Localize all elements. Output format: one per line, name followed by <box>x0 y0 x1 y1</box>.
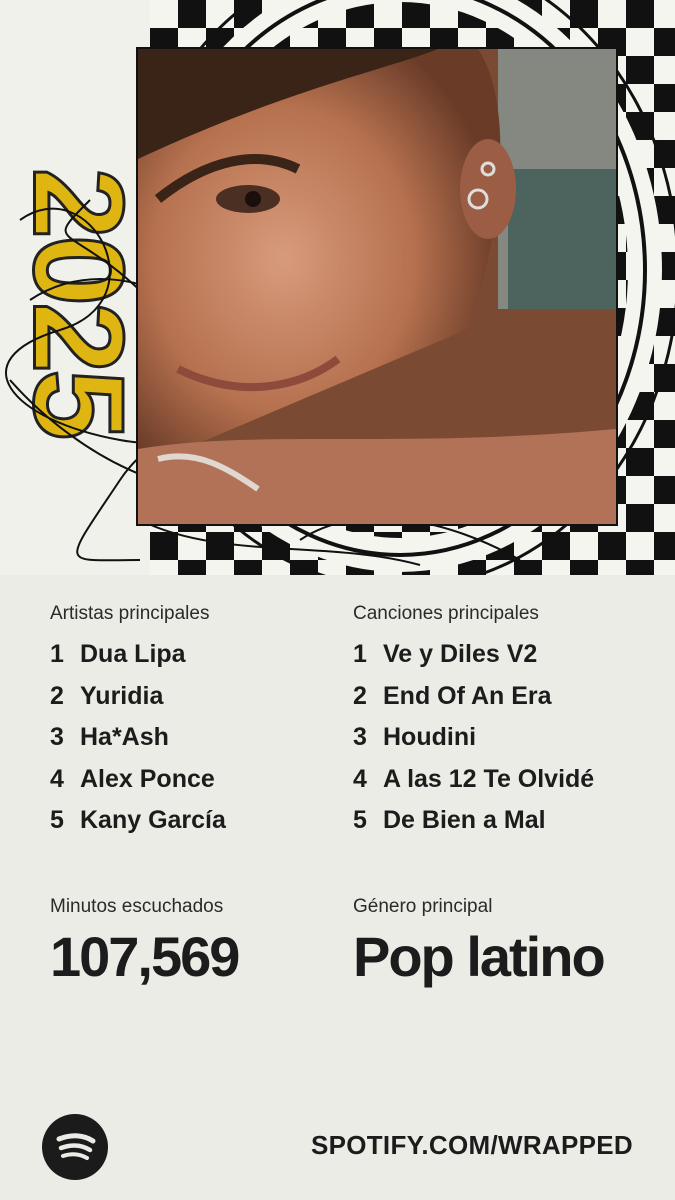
hero-banner: 2025 <box>0 0 675 575</box>
minutes-label: Minutos escuchados <box>50 896 224 917</box>
artist-name: Alex Ponce <box>80 764 215 793</box>
top-artists-list: 1 Dua Lipa 2 Yuridia 3 Ha*Ash 4 Alex Ponce 5… <box>50 640 226 848</box>
spotify-logo-icon[interactable] <box>42 1114 108 1180</box>
artist-photo <box>136 47 618 526</box>
spotify-waves-icon <box>56 1133 96 1160</box>
song-name: A las 12 Te Olvidé <box>383 764 595 793</box>
song-name: De Bien a Mal <box>383 806 546 834</box>
top-songs-list: 1 Ve y Diles V2 2 End Of An Era 3 Houdini 4… <box>353 640 594 848</box>
list-item[interactable]: 1 Dua Lipa <box>50 640 226 682</box>
artist-name: Yuridia <box>80 681 164 710</box>
song-name: Ve y Diles V2 <box>383 640 538 668</box>
list-item[interactable]: 2 Yuridia <box>50 682 226 724</box>
song-name: End Of An Era <box>383 681 552 710</box>
top-artists-title: Artistas principales <box>50 603 210 624</box>
list-item[interactable]: 5 Kany García <box>50 806 226 848</box>
list-item[interactable]: 1 Ve y Diles V2 <box>353 640 594 682</box>
minutes-value: 107,569 <box>50 925 240 988</box>
list-item[interactable]: 4 Alex Ponce <box>50 765 226 807</box>
list-item[interactable]: 3 Houdini <box>353 723 594 765</box>
genre-value: Pop latino <box>353 925 606 988</box>
artist-name: Dua Lipa <box>80 640 186 668</box>
wrapped-link[interactable]: SPOTIFY.COM/WRAPPED <box>311 1130 633 1161</box>
artist-name: Ha*Ash <box>80 723 169 751</box>
song-name: Houdini <box>383 723 477 751</box>
artist-name: Kany García <box>80 806 226 834</box>
list-item[interactable]: 4A las 12 Te Olvidé <box>353 765 594 807</box>
list-item[interactable]: 3 Ha*Ash <box>50 723 226 765</box>
genre-label: Género principal <box>353 896 493 917</box>
portrait-photo <box>138 49 616 524</box>
list-item[interactable]: 5 De Bien a Mal <box>353 806 594 848</box>
list-item[interactable]: 2 End Of An Era <box>353 682 594 724</box>
top-songs-title: Canciones principales <box>353 603 539 624</box>
